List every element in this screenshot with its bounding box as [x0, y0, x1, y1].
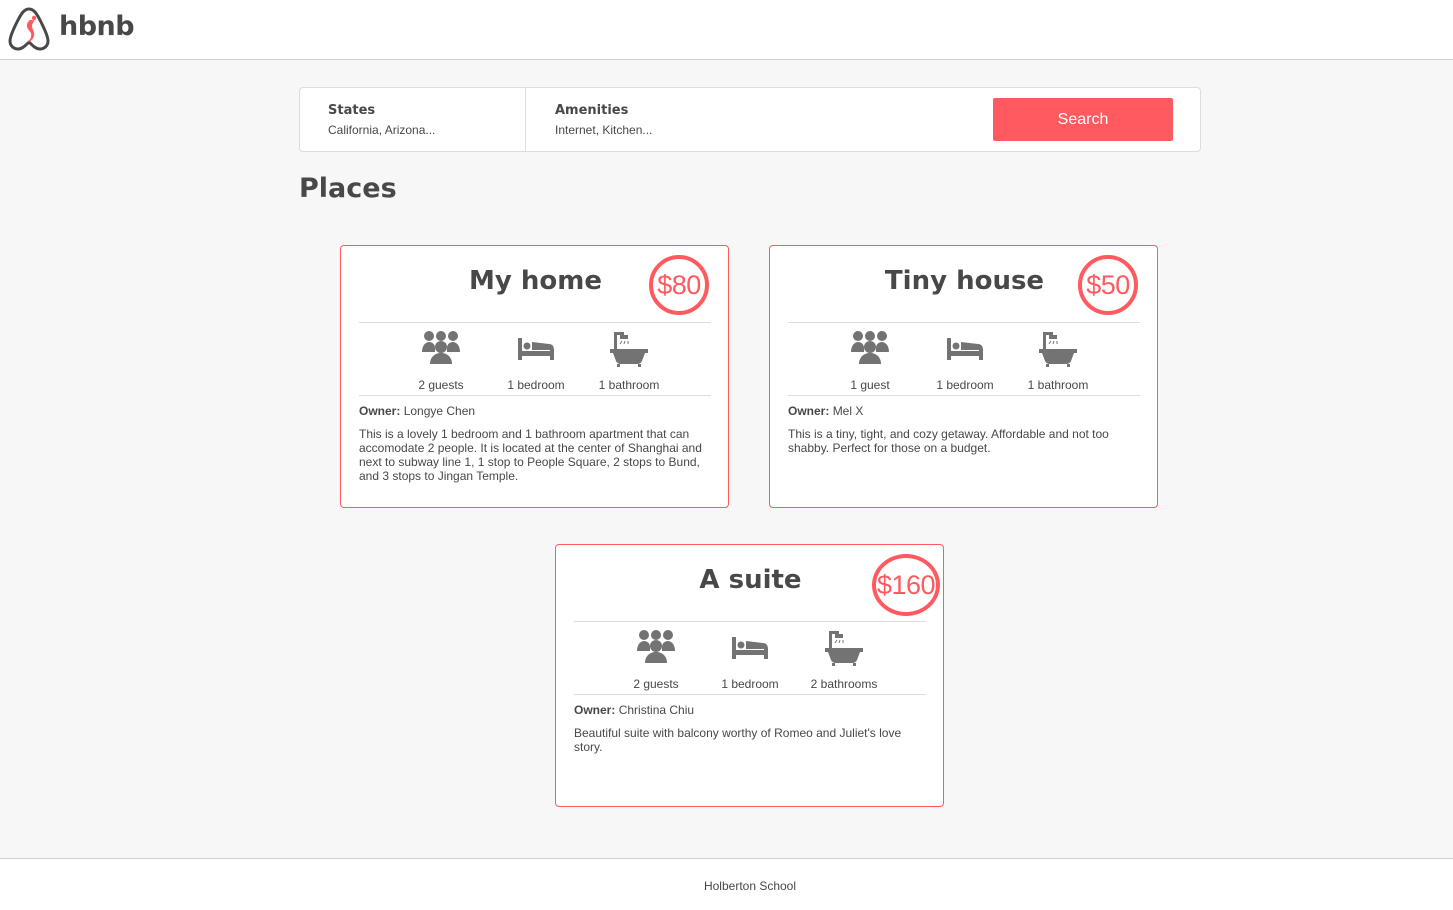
bathtub-icon: [610, 332, 648, 367]
guests-label: 2 guests: [418, 378, 464, 392]
guests-label: 2 guests: [633, 677, 679, 691]
bed-icon: [518, 338, 554, 360]
owner-name: Christina Chiu: [618, 703, 695, 717]
divider: [574, 694, 926, 695]
place-description: Beautiful suite with balcony worthy of R…: [574, 726, 902, 754]
place-card: My home $80 2 guests 1 bedroom 1 bathroo…: [340, 245, 729, 508]
divider: [359, 322, 711, 323]
divider: [788, 322, 1140, 323]
states-filter-title: States: [328, 103, 376, 118]
amenities-filter-value: Internet, Kitchen...: [555, 123, 653, 137]
bedrooms-info: 1 bedroom: [486, 328, 586, 394]
owner-label: Owner:: [359, 404, 401, 418]
divider: [359, 395, 711, 396]
guests-info: 2 guests: [391, 328, 491, 394]
footer-text: Holberton School: [703, 879, 797, 893]
divider: [788, 395, 1140, 396]
group-icon: [851, 331, 889, 364]
bathrooms-label: 1 bathroom: [598, 378, 660, 392]
bedrooms-info: 1 bedroom: [700, 627, 800, 693]
place-card: A suite $160 2 guests 1 bedroom 2 bathro…: [555, 544, 944, 807]
bathtub-icon: [825, 631, 863, 666]
guests-label: 1 guest: [850, 378, 890, 392]
hbnb-logo-icon[interactable]: [8, 6, 50, 52]
bathrooms-info: 1 bathroom: [579, 328, 679, 394]
owner-name: Mel X: [832, 404, 864, 418]
states-filter-value: California, Arizona...: [328, 123, 436, 137]
bathrooms-info: 2 bathrooms: [794, 627, 894, 693]
bedrooms-info: 1 bedroom: [915, 328, 1015, 394]
bathrooms-label: 2 bathrooms: [810, 677, 878, 691]
owner: Owner: Mel X: [788, 404, 863, 418]
place-description: This is a lovely 1 bedroom and 1 bathroo…: [359, 427, 702, 483]
top-header: hbnb: [0, 0, 1453, 60]
bedrooms-label: 1 bedroom: [936, 378, 994, 392]
guests-info: 1 guest: [820, 328, 920, 394]
bathrooms-label: 1 bathroom: [1027, 378, 1089, 392]
place-info: 1 guest 1 bedroom 1 bathroom: [770, 328, 1159, 394]
owner-label: Owner:: [574, 703, 616, 717]
place-info: 2 guests 1 bedroom: [556, 627, 945, 693]
bed-icon: [947, 338, 983, 360]
amenities-filter[interactable]: Amenities Internet, Kitchen...: [527, 88, 827, 151]
bedrooms-label: 1 bedroom: [507, 378, 565, 392]
page-footer: Holberton School: [0, 858, 1453, 910]
brand-name: hbnb: [59, 11, 135, 42]
owner: Owner: Longye Chen: [359, 404, 475, 418]
place-description: This is a tiny, tight, and cozy getaway.…: [788, 427, 1109, 455]
divider: [574, 621, 926, 622]
bedrooms-label: 1 bedroom: [721, 677, 779, 691]
owner-label: Owner:: [788, 404, 830, 418]
price-badge: $50: [1078, 255, 1138, 315]
place-info: 2 guests 1 bedroom: [341, 328, 730, 394]
bathrooms-info: 1 bathroom: [1008, 328, 1108, 394]
states-filter[interactable]: States California, Arizona...: [300, 88, 526, 151]
owner-name: Longye Chen: [403, 404, 476, 418]
group-icon: [637, 630, 675, 663]
bed-icon: [732, 637, 768, 659]
price-badge: $160: [872, 554, 940, 616]
bathtub-icon: [1039, 332, 1077, 367]
filters-bar: States California, Arizona... Amenities …: [299, 87, 1201, 152]
price-badge: $80: [649, 255, 709, 315]
amenities-filter-title: Amenities: [555, 103, 629, 118]
search-button[interactable]: Search: [993, 98, 1173, 141]
guests-info: 2 guests: [606, 627, 706, 693]
group-icon: [422, 331, 460, 364]
places-title: Places: [299, 173, 397, 204]
place-card: Tiny house $50 1 guest 1 bedroom 1 bathr…: [769, 245, 1158, 508]
owner: Owner: Christina Chiu: [574, 703, 694, 717]
